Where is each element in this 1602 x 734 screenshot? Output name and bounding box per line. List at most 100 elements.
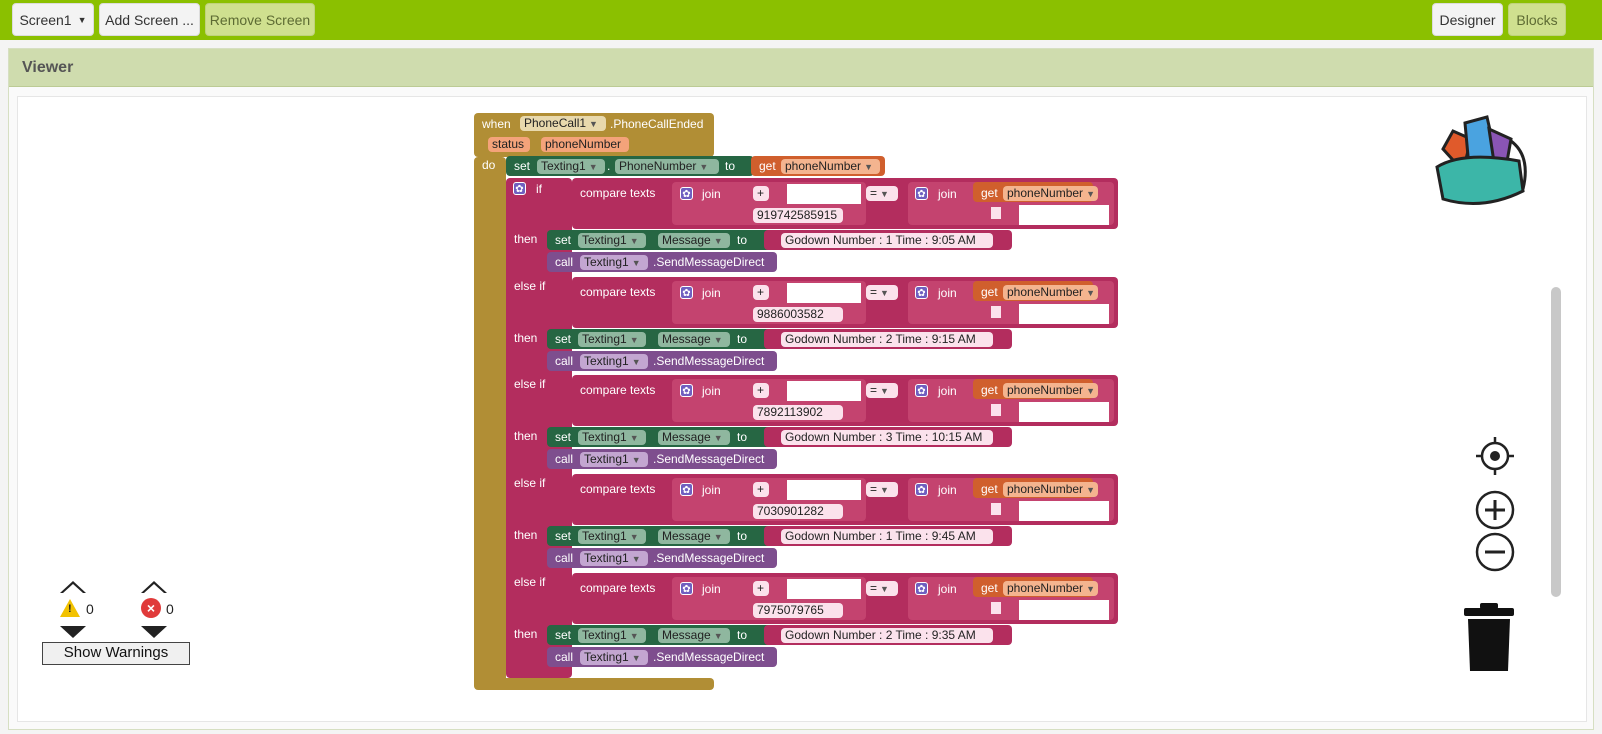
empty-text-slot-2 [991,404,1001,416]
event-component-select[interactable]: PhoneCall1 ▼ [520,116,606,131]
blocks-button[interactable]: Blocks [1508,3,1566,36]
get2-var-1[interactable]: phoneNumber ▼ [1003,285,1098,300]
plus-text-0[interactable]: + [753,186,769,201]
number-text-3-label: 7030901282 [757,504,824,518]
set-msg-component-3[interactable]: Texting1 ▼ [578,529,646,544]
set-msg-component-3-label: Texting1 [582,529,627,543]
set-msg-property-3[interactable]: Message ▼ [658,529,730,544]
warning-down-icon[interactable] [60,626,86,638]
param-phone-number[interactable]: phoneNumber [541,137,629,152]
set-msg-property-2[interactable]: Message ▼ [658,430,730,445]
warning-up-inner [63,584,83,593]
set-msg-property-1[interactable]: Message ▼ [658,332,730,347]
equals-select-1[interactable]: = ▼ [866,285,898,300]
equals-select-2[interactable]: = ▼ [866,383,898,398]
trash-icon[interactable] [1462,603,1516,678]
set-property-select[interactable]: PhoneNumber ▼ [615,159,719,174]
recenter-icon[interactable] [1476,437,1514,480]
set-msg-component-4[interactable]: Texting1 ▼ [578,628,646,643]
set-msg-property-4[interactable]: Message ▼ [658,628,730,643]
screen-select[interactable]: Screen1 ▼ [12,3,94,36]
get2-var-3[interactable]: phoneNumber ▼ [1003,482,1098,497]
get-var-select[interactable]: phoneNumber ▼ [781,159,880,174]
error-down-icon[interactable] [141,626,167,638]
mutator-gear-icon[interactable]: ✿ [680,582,693,595]
dropdown-arrow-icon: ▼ [880,189,889,199]
message-text-2[interactable]: Godown Number : 3 Time : 10:15 AM [781,430,993,445]
message-text-0[interactable]: Godown Number : 1 Time : 9:05 AM [781,233,993,248]
if-label: if [536,182,542,196]
set-msg-component-1[interactable]: Texting1 ▼ [578,332,646,347]
param-status[interactable]: status [488,137,530,152]
warnings-panel: ! 0 × 0 Show Warnings [42,581,192,673]
viewer-title: Viewer [9,49,1593,87]
plus-text-4[interactable]: + [753,581,769,596]
dropdown-arrow-icon: ▼ [631,258,641,268]
mutator-gear-icon[interactable]: ✿ [915,483,928,496]
equals-select-4[interactable]: = ▼ [866,581,898,596]
remove-screen-button[interactable]: Remove Screen [205,3,315,36]
mutator-gear-icon[interactable]: ✿ [915,582,928,595]
get2-var-2[interactable]: phoneNumber ▼ [1003,383,1098,398]
mutator-gear-icon[interactable]: ✿ [680,384,693,397]
join-slot-2 [787,381,861,401]
equals-select-0[interactable]: = ▼ [866,186,898,201]
dropdown-arrow-icon: ▼ [629,236,639,246]
mutator-gear-icon[interactable]: ✿ [680,483,693,496]
zoom-in-icon[interactable] [1475,490,1515,535]
message-text-4[interactable]: Godown Number : 2 Time : 9:35 AM [781,628,993,643]
then-label-4: then [514,627,538,641]
message-text-3[interactable]: Godown Number : 1 Time : 9:45 AM [781,529,993,544]
mutator-gear-icon[interactable]: ✿ [915,384,928,397]
number-text-1[interactable]: 9886003582 [753,307,843,322]
mutator-gear-icon[interactable]: ✿ [915,286,928,299]
mutator-gear-icon[interactable]: ✿ [915,187,928,200]
backpack-icon[interactable] [1423,111,1533,220]
call-method-3: .SendMessageDirect [653,551,765,565]
dropdown-arrow-icon: ▼ [1086,584,1095,594]
set-msg-component-0[interactable]: Texting1 ▼ [578,233,646,248]
mutator-gear-icon[interactable]: ✿ [680,286,693,299]
designer-button[interactable]: Designer [1432,3,1503,36]
get2-label-0: get [981,186,998,200]
blocks-workspace[interactable]: when PhoneCall1 ▼ .PhoneCallEnded status phon… [17,96,1587,722]
number-text-0[interactable]: 919742585915 [753,208,843,223]
mutator-gear-icon[interactable]: ✿ [680,187,693,200]
get2-var-0[interactable]: phoneNumber ▼ [1003,186,1098,201]
zoom-out-icon[interactable] [1475,532,1515,577]
plus-text-2[interactable]: + [753,383,769,398]
join2-label-2: join [938,384,957,398]
message-text-4-label: Godown Number : 2 Time : 9:35 AM [785,628,976,642]
number-text-4[interactable]: 7975079765 [753,603,843,618]
number-text-2[interactable]: 7892113902 [753,405,843,420]
number-text-4-label: 7975079765 [757,603,824,617]
add-screen-button[interactable]: Add Screen ... [99,3,200,36]
join-label-3: join [702,483,721,497]
caret-down-icon: ▼ [77,14,87,25]
plus-text-3[interactable]: + [753,482,769,497]
call-component-0[interactable]: Texting1 ▼ [580,255,648,270]
set-msg-component-2[interactable]: Texting1 ▼ [578,430,646,445]
call-component-3[interactable]: Texting1 ▼ [580,551,648,566]
call-component-4[interactable]: Texting1 ▼ [580,650,648,665]
number-text-3[interactable]: 7030901282 [753,504,843,519]
get2-label-3: get [981,482,998,496]
compare-label-3: compare texts [580,482,656,496]
plus-text-1[interactable]: + [753,285,769,300]
set-msg-property-1-label: Message [662,332,711,346]
mutator-gear-icon[interactable]: ✿ [513,182,526,195]
equals-select-2-label: = [870,383,878,397]
set-msg-label-4: set [555,628,572,642]
join2-slot-2 [1019,402,1109,422]
call-component-1[interactable]: Texting1 ▼ [580,354,648,369]
show-warnings-button[interactable]: Show Warnings [42,642,190,665]
call-method-0: .SendMessageDirect [653,255,765,269]
call-component-2[interactable]: Texting1 ▼ [580,452,648,467]
equals-select-3[interactable]: = ▼ [866,482,898,497]
vertical-scrollbar[interactable] [1551,287,1561,597]
set-msg-property-0[interactable]: Message ▼ [658,233,730,248]
empty-text-slot-1 [991,306,1001,318]
message-text-1[interactable]: Godown Number : 2 Time : 9:15 AM [781,332,993,347]
set-component-select[interactable]: Texting1 ▼ [537,159,605,174]
get2-var-4[interactable]: phoneNumber ▼ [1003,581,1098,596]
